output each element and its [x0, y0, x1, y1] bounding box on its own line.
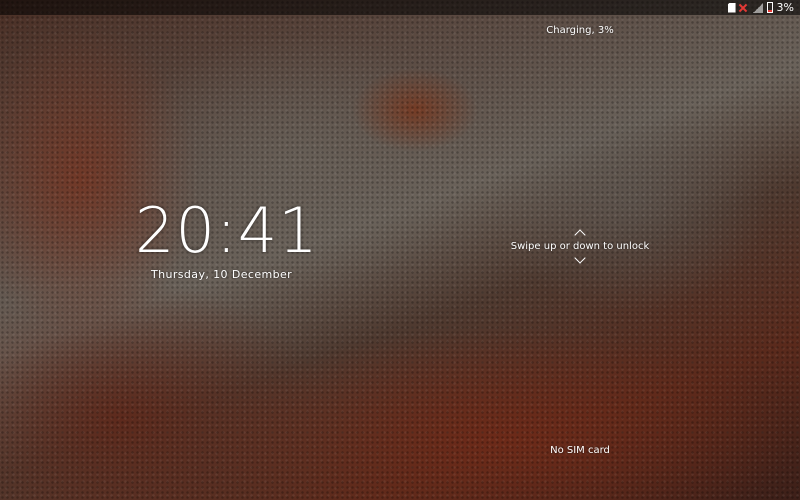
lock-screen[interactable]: 3% Charging, 3% 20:41 Thursday, 10 Decem… — [0, 0, 800, 500]
sim-alert-icon — [740, 3, 749, 13]
unlock-hint[interactable]: Swipe up or down to unlock — [500, 228, 660, 272]
sd-card-icon — [727, 2, 736, 13]
date-label: Thursday, 10 December — [151, 268, 293, 281]
unlock-hint-text: Swipe up or down to unlock — [510, 241, 650, 252]
status-bar: 3% — [0, 0, 800, 15]
wallpaper-texture — [0, 0, 800, 500]
charging-status: Charging, 3% — [546, 25, 614, 36]
battery-percent: 3% — [776, 1, 794, 14]
chevron-down-icon — [574, 252, 586, 264]
clock[interactable]: 20:41 — [135, 196, 319, 266]
chevron-up-icon — [574, 229, 586, 241]
battery-icon — [766, 2, 773, 13]
sim-status: No SIM card — [550, 445, 610, 456]
signal-icon — [752, 2, 763, 13]
